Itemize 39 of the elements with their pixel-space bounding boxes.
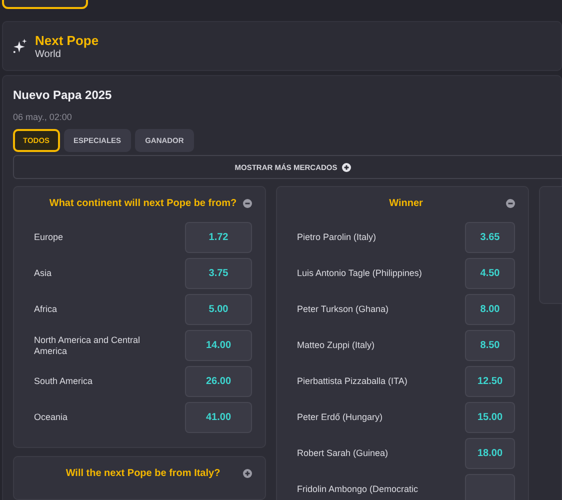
odds-button[interactable]: 3.75 xyxy=(185,258,252,289)
odds-button[interactable]: 8.00 xyxy=(465,294,515,325)
odds-button[interactable]: 41.00 xyxy=(185,402,252,433)
outcome-name: Luis Antonio Tagle (Philippines) xyxy=(297,268,422,279)
odds-button[interactable]: 26.00 xyxy=(185,366,252,397)
odds-button[interactable]: 8.50 xyxy=(465,330,515,361)
plus-icon xyxy=(342,162,352,172)
outcome-name: Fridolin Ambongo (Democratic xyxy=(297,484,418,495)
odds-button[interactable]: 4.50 xyxy=(465,258,515,289)
outcome-name: North America and Central America xyxy=(34,334,142,356)
expand-icon[interactable] xyxy=(243,468,252,478)
odds-button[interactable]: 3.65 xyxy=(465,222,515,253)
collapse-icon[interactable] xyxy=(243,198,252,208)
outcome-name: Peter Erdő (Hungary) xyxy=(297,412,383,423)
outcome-name: Pierbattista Pizzaballa (ITA) xyxy=(297,376,408,387)
odds-button[interactable]: 15.00 xyxy=(465,402,515,433)
outcome-name: Matteo Zuppi (Italy) xyxy=(297,340,375,351)
outcome-name: Africa xyxy=(34,304,58,315)
outcome-name: Oceania xyxy=(34,412,68,423)
outcome-name: South America xyxy=(34,376,93,387)
outcome-name: Peter Turkson (Ghana) xyxy=(297,304,389,315)
outcome-name: Europe xyxy=(34,232,64,243)
outcome-name: Asia xyxy=(34,268,52,279)
odds-button[interactable]: 18.00 xyxy=(465,438,515,469)
odds-button[interactable]: 5.00 xyxy=(185,294,252,325)
event-title: Next Pope xyxy=(35,32,99,48)
outcome-name: Robert Sarah (Guinea) xyxy=(297,448,388,459)
collapse-icon[interactable] xyxy=(506,198,515,208)
odds-button[interactable]: 14.00 xyxy=(185,330,252,361)
market-title: Will the next Pope be from Italy? xyxy=(66,468,220,478)
odds-button[interactable]: 1.72 xyxy=(185,222,252,253)
market-title: What continent will next Pope be from? xyxy=(49,198,237,208)
sparkles-icon xyxy=(12,38,28,54)
odds-button[interactable]: 12.50 xyxy=(465,366,515,397)
event-region: World xyxy=(35,48,62,60)
event-date: 06 may., 02:00 xyxy=(13,112,73,122)
outcome-name: Pietro Parolin (Italy) xyxy=(297,232,376,243)
event-name: Nuevo Papa 2025 xyxy=(13,88,113,102)
market-title: Winner xyxy=(389,198,423,208)
